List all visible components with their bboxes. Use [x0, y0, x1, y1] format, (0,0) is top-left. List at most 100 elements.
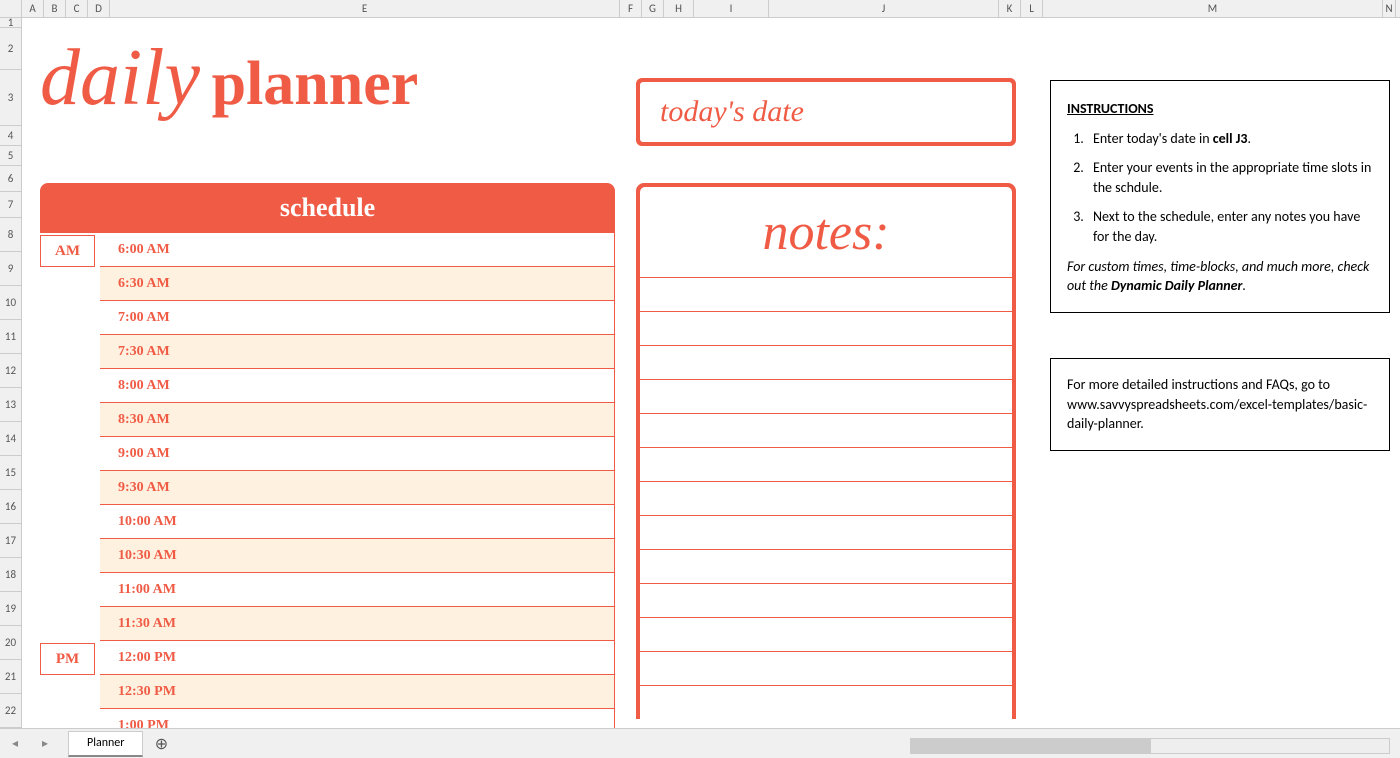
row-header-12[interactable]: 12 — [0, 354, 21, 388]
notes-line[interactable] — [640, 345, 1012, 379]
row-header-13[interactable]: 13 — [0, 388, 21, 422]
schedule-row[interactable]: 6:30 AM — [100, 267, 614, 301]
instruction-3: Next to the schedule, enter any notes yo… — [1087, 207, 1373, 246]
column-header-D[interactable]: D — [88, 0, 110, 17]
row-header-21[interactable]: 21 — [0, 660, 21, 694]
column-header-C[interactable]: C — [66, 0, 88, 17]
notes-line[interactable] — [640, 277, 1012, 311]
schedule-row[interactable]: 11:00 AM — [100, 573, 614, 607]
instructions-footer: For custom times, time-blocks, and much … — [1067, 257, 1373, 296]
notes-line[interactable] — [640, 481, 1012, 515]
pm-label: PM — [56, 651, 79, 668]
column-headers: ABCDEFGHIJKLMN — [0, 0, 1400, 18]
title-word-planner: planner — [212, 50, 419, 118]
schedule-header: schedule — [40, 183, 615, 233]
notes-line[interactable] — [640, 515, 1012, 549]
column-header-B[interactable]: B — [44, 0, 66, 17]
row-header-22[interactable]: 22 — [0, 694, 21, 728]
notes-line[interactable] — [640, 311, 1012, 345]
notes-line[interactable] — [640, 583, 1012, 617]
row-header-17[interactable]: 17 — [0, 524, 21, 558]
row-header-1[interactable]: 1 — [0, 18, 21, 28]
todays-date-label: today's date — [660, 95, 804, 129]
column-header-G[interactable]: G — [642, 0, 664, 17]
notes-line[interactable] — [640, 447, 1012, 481]
row-header-7[interactable]: 7 — [0, 192, 21, 218]
am-label: AM — [55, 243, 80, 260]
new-sheet-button[interactable]: ⊕ — [147, 732, 175, 756]
schedule-grid[interactable]: 6:00 AM6:30 AM7:00 AM7:30 AM8:00 AM8:30 … — [100, 233, 615, 728]
row-header-18[interactable]: 18 — [0, 558, 21, 592]
schedule-row[interactable]: 1:00 PM — [100, 709, 614, 728]
schedule-row[interactable]: 10:00 AM — [100, 505, 614, 539]
tab-scroll-last-icon[interactable]: ▸ — [30, 731, 60, 757]
sheet-tab-planner[interactable]: Planner — [68, 731, 143, 757]
schedule-row[interactable]: 9:30 AM — [100, 471, 614, 505]
sheet-tab-label: Planner — [87, 736, 124, 750]
tab-scroll-first-icon[interactable]: ◂ — [0, 731, 30, 757]
schedule-header-label: schedule — [280, 193, 375, 223]
instructions-title: INSTRUCTIONS — [1067, 99, 1373, 119]
row-header-3[interactable]: 3 — [0, 70, 21, 126]
row-header-6[interactable]: 6 — [0, 166, 21, 192]
schedule-row[interactable]: 8:00 AM — [100, 369, 614, 403]
row-header-11[interactable]: 11 — [0, 320, 21, 354]
row-header-20[interactable]: 20 — [0, 626, 21, 660]
column-header-H[interactable]: H — [664, 0, 694, 17]
column-header-L[interactable]: L — [1021, 0, 1043, 17]
column-header-A[interactable]: A — [22, 0, 44, 17]
row-header-19[interactable]: 19 — [0, 592, 21, 626]
column-header-I[interactable]: I — [694, 0, 769, 17]
planner-title: daily planner — [40, 38, 418, 120]
todays-date-box: today's date — [636, 78, 1016, 146]
schedule-row[interactable]: 7:00 AM — [100, 301, 614, 335]
notes-line[interactable] — [640, 379, 1012, 413]
faq-box: For more detailed instructions and FAQs,… — [1050, 358, 1390, 451]
notes-line[interactable] — [640, 651, 1012, 685]
schedule-row[interactable]: 12:00 PM — [100, 641, 614, 675]
row-header-9[interactable]: 9 — [0, 252, 21, 286]
notes-line[interactable] — [640, 413, 1012, 447]
am-badge: AM — [40, 235, 95, 267]
row-header-10[interactable]: 10 — [0, 286, 21, 320]
row-header-16[interactable]: 16 — [0, 490, 21, 524]
pm-badge: PM — [40, 643, 95, 675]
todays-date-input-area[interactable]: today's date — [640, 82, 1012, 142]
schedule-row[interactable]: 7:30 AM — [100, 335, 614, 369]
worksheet-canvas[interactable]: daily planner schedule AM PM 6:00 AM6:30… — [22, 18, 1400, 728]
notes-line[interactable] — [640, 617, 1012, 651]
row-header-2[interactable]: 2 — [0, 28, 21, 70]
column-header-M[interactable]: M — [1043, 0, 1383, 17]
row-header-5[interactable]: 5 — [0, 146, 21, 166]
row-header-14[interactable]: 14 — [0, 422, 21, 456]
instruction-1: Enter today's date in cell J3. — [1087, 129, 1373, 149]
notes-line[interactable] — [640, 685, 1012, 719]
column-header-N[interactable]: N — [1383, 0, 1396, 17]
column-header-E[interactable]: E — [110, 0, 620, 17]
instructions-box: INSTRUCTIONS Enter today's date in cell … — [1050, 80, 1390, 313]
row-header-4[interactable]: 4 — [0, 126, 21, 146]
notes-block: notes: — [636, 183, 1016, 719]
schedule-row[interactable]: 8:30 AM — [100, 403, 614, 437]
notes-lines[interactable] — [640, 277, 1012, 719]
faq-text: For more detailed instructions and FAQs,… — [1067, 376, 1367, 432]
schedule-row[interactable]: 6:00 AM — [100, 233, 614, 267]
horizontal-scrollbar[interactable] — [910, 738, 1390, 754]
column-header-F[interactable]: F — [620, 0, 642, 17]
scrollbar-thumb[interactable] — [911, 739, 1151, 753]
schedule-row[interactable]: 10:30 AM — [100, 539, 614, 573]
row-header-8[interactable]: 8 — [0, 218, 21, 252]
column-header-corner[interactable] — [0, 0, 22, 17]
column-header-K[interactable]: K — [999, 0, 1021, 17]
title-word-daily: daily — [40, 34, 200, 122]
schedule-row[interactable]: 9:00 AM — [100, 437, 614, 471]
notes-title: notes: — [640, 187, 1012, 277]
sheet-tabs-bar: ◂ ▸ Planner ⊕ — [0, 728, 1400, 758]
schedule-row[interactable]: 12:30 PM — [100, 675, 614, 709]
instruction-2: Enter your events in the appropriate tim… — [1087, 158, 1373, 197]
notes-line[interactable] — [640, 549, 1012, 583]
row-header-15[interactable]: 15 — [0, 456, 21, 490]
schedule-row[interactable]: 11:30 AM — [100, 607, 614, 641]
column-header-J[interactable]: J — [769, 0, 999, 17]
row-headers: 12345678910111213141516171819202122 — [0, 18, 22, 728]
